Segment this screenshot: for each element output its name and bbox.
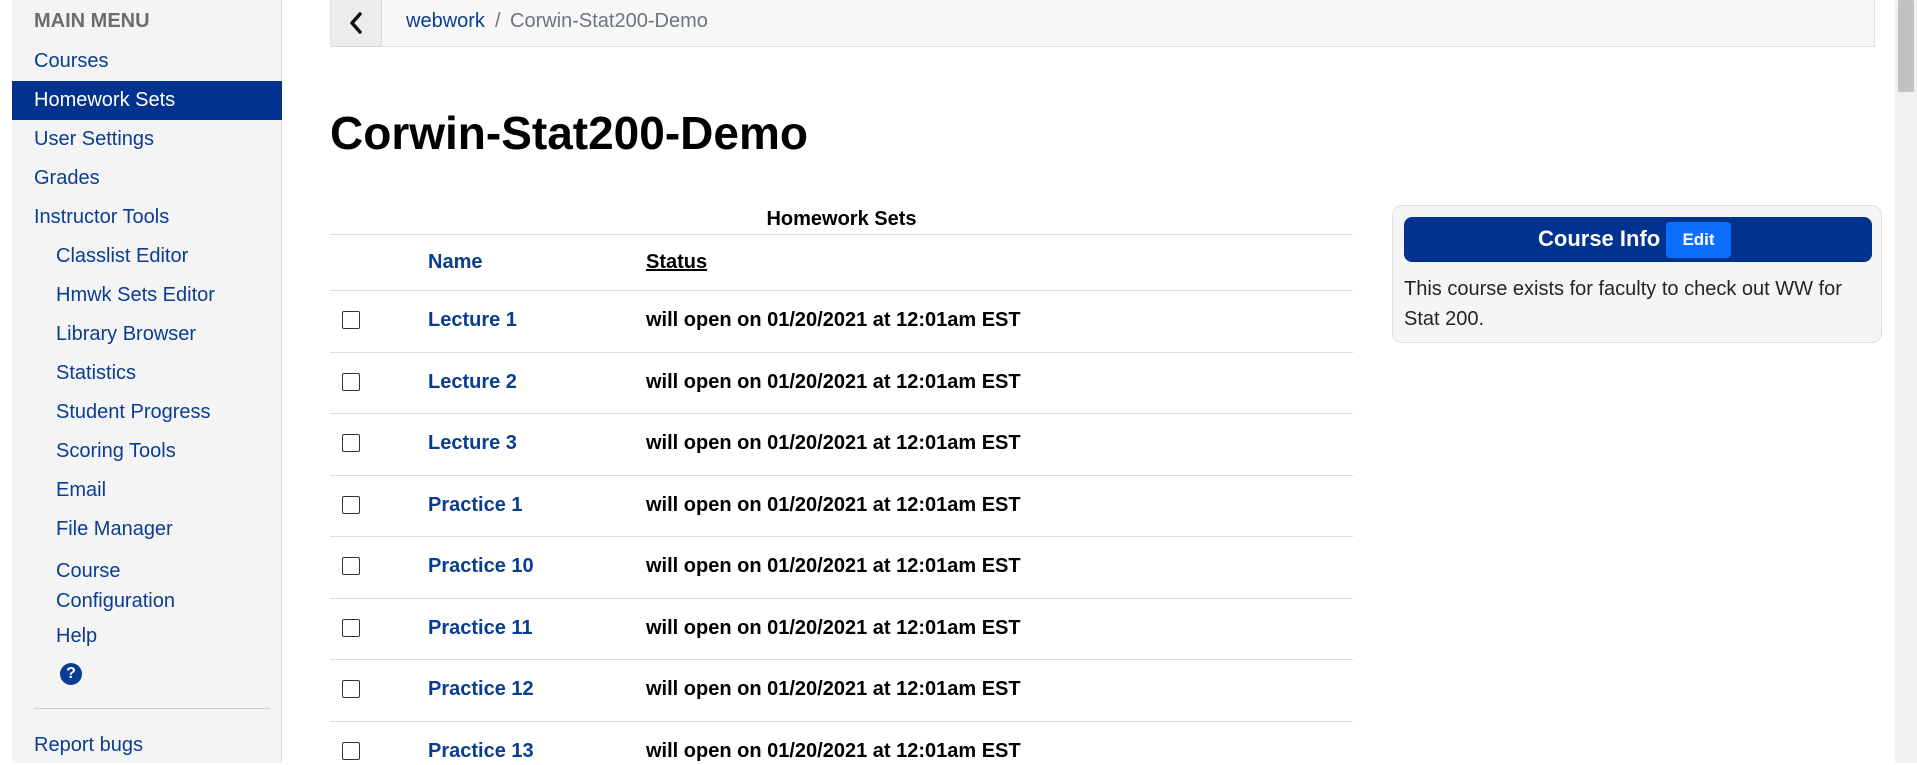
column-header-name[interactable]: Name (428, 251, 482, 274)
breadcrumb-bar: webwork / Corwin-Stat200-Demo (330, 0, 1875, 47)
sidebar-item-user-settings[interactable]: User Settings (12, 120, 282, 159)
sidebar-divider (34, 708, 270, 709)
table-row: Practice 11 will open on 01/20/2021 at 1… (330, 598, 1353, 659)
breadcrumb-current: Corwin-Stat200-Demo (510, 10, 708, 32)
set-status: will open on 01/20/2021 at 12:01am EST (646, 371, 1021, 393)
select-checkbox[interactable] (342, 742, 360, 760)
select-checkbox[interactable] (342, 680, 360, 698)
sidebar-item-course-configuration[interactable]: Course Configuration (12, 552, 282, 618)
sidebar-item-scoring-tools[interactable]: Scoring Tools (12, 432, 282, 471)
sidebar-item-grades[interactable]: Grades (12, 159, 282, 198)
set-name-link[interactable]: Practice 11 (428, 617, 533, 640)
set-name-link[interactable]: Practice 13 (428, 740, 534, 763)
main-menu-header: MAIN MENU (34, 10, 150, 32)
edit-course-info-button[interactable]: Edit (1666, 222, 1731, 258)
course-info-header: Course Info Edit (1404, 217, 1872, 262)
table-caption: Homework Sets (766, 208, 917, 230)
column-header-status[interactable]: Status (646, 251, 707, 274)
sidebar: MAIN MENU Courses Homework Sets User Set… (12, 0, 282, 763)
sidebar-item-library-browser[interactable]: Library Browser (12, 315, 282, 354)
select-checkbox[interactable] (342, 311, 360, 329)
sidebar-toggle-button[interactable] (331, 0, 382, 47)
sidebar-item-student-progress[interactable]: Student Progress (12, 393, 282, 432)
sidebar-item-email[interactable]: Email (12, 471, 282, 510)
sidebar-item-instructor-tools[interactable]: Instructor Tools (12, 198, 282, 237)
sidebar-item-classlist-editor[interactable]: Classlist Editor (12, 237, 282, 276)
table-row: Lecture 1 will open on 01/20/2021 at 12:… (330, 290, 1353, 351)
table-divider (330, 234, 1353, 235)
set-name-link[interactable]: Lecture 1 (428, 309, 517, 332)
set-status: will open on 01/20/2021 at 12:01am EST (646, 617, 1021, 639)
set-status: will open on 01/20/2021 at 12:01am EST (646, 432, 1021, 454)
set-status: will open on 01/20/2021 at 12:01am EST (646, 494, 1021, 516)
select-checkbox[interactable] (342, 373, 360, 391)
set-status: will open on 01/20/2021 at 12:01am EST (646, 678, 1021, 700)
set-name-link[interactable]: Practice 1 (428, 494, 523, 517)
sidebar-item-statistics[interactable]: Statistics (12, 354, 282, 393)
set-status: will open on 01/20/2021 at 12:01am EST (646, 309, 1021, 331)
set-name-link[interactable]: Practice 10 (428, 555, 534, 578)
set-name-link[interactable]: Lecture 3 (428, 432, 517, 455)
course-info-text: This course exists for faculty to check … (1404, 278, 1842, 330)
sidebar-item-label: Configuration (56, 590, 175, 612)
scrollbar-thumb[interactable] (1898, 0, 1914, 92)
page-scrollbar[interactable] (1895, 0, 1917, 763)
select-checkbox[interactable] (342, 434, 360, 452)
sidebar-item-courses[interactable]: Courses (12, 42, 282, 81)
sidebar-item-report-bugs[interactable]: Report bugs (12, 726, 282, 765)
sidebar-item-label: Course (56, 560, 121, 582)
table-row: Practice 10 will open on 01/20/2021 at 1… (330, 536, 1353, 597)
set-status: will open on 01/20/2021 at 12:01am EST (646, 740, 1021, 762)
table-row: Practice 12 will open on 01/20/2021 at 1… (330, 659, 1353, 720)
select-checkbox[interactable] (342, 496, 360, 514)
table-row: Practice 1 will open on 01/20/2021 at 12… (330, 475, 1353, 536)
chevron-left-icon (350, 12, 362, 34)
sidebar-item-file-manager[interactable]: File Manager (12, 510, 282, 549)
breadcrumb-separator: / (495, 10, 501, 32)
select-checkbox[interactable] (342, 619, 360, 637)
set-name-link[interactable]: Practice 12 (428, 678, 534, 701)
question-circle-icon[interactable]: ? (60, 663, 82, 685)
breadcrumb-webwork-link[interactable]: webwork (406, 10, 485, 33)
table-row: Practice 13 will open on 01/20/2021 at 1… (330, 721, 1353, 763)
sidebar-item-homework-sets[interactable]: Homework Sets (12, 81, 282, 120)
select-checkbox[interactable] (342, 557, 360, 575)
set-status: will open on 01/20/2021 at 12:01am EST (646, 555, 1021, 577)
page-title: Corwin-Stat200-Demo (330, 107, 808, 159)
table-row: Lecture 2 will open on 01/20/2021 at 12:… (330, 352, 1353, 413)
table-row: Lecture 3 will open on 01/20/2021 at 12:… (330, 413, 1353, 474)
course-info-title: Course Info (1538, 226, 1661, 251)
sidebar-item-hmwk-sets-editor[interactable]: Hmwk Sets Editor (12, 276, 282, 315)
set-name-link[interactable]: Lecture 2 (428, 371, 517, 394)
course-info-card: Course Info Edit This course exists for … (1392, 205, 1882, 343)
sidebar-item-help[interactable]: Help (12, 617, 282, 656)
